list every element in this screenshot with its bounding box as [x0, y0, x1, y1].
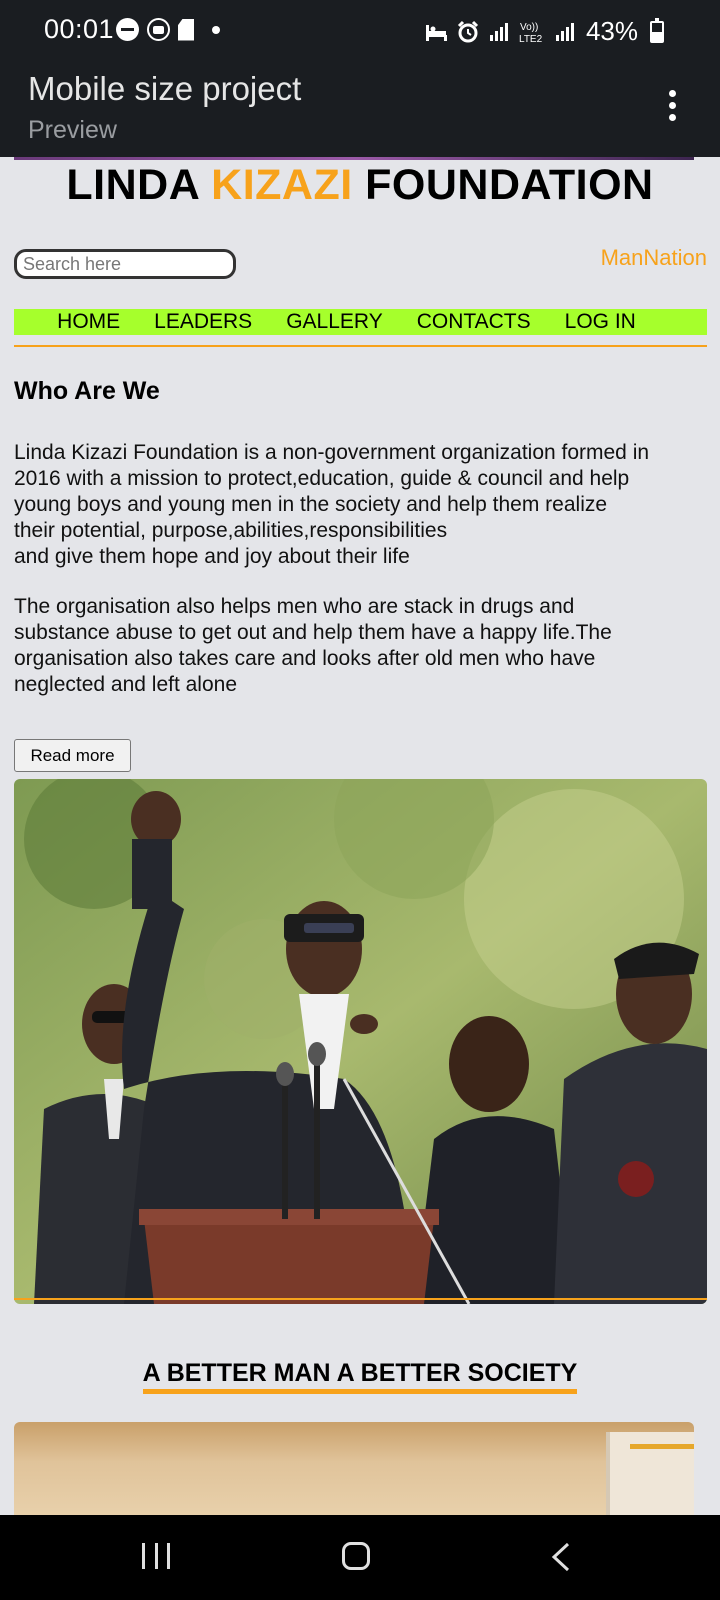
nav-item-login[interactable]: LOG IN [565, 310, 636, 334]
about-p1-line: their potential, purpose,abilities,respo… [14, 519, 448, 542]
svg-text:Vo)): Vo)) [520, 22, 538, 33]
about-p1-line: and give them hope and joy about their l… [14, 545, 410, 568]
hero-photo-speaker [14, 779, 707, 1304]
slogan-heading: A BETTER MAN A BETTER SOCIETY [0, 1357, 720, 1394]
home-icon[interactable] [342, 1542, 370, 1570]
nav-item-leaders[interactable]: LEADERS [154, 310, 252, 334]
about-p1-line: young boys and young men in the society … [14, 493, 608, 516]
brand-link-mannation[interactable]: ManNation [601, 245, 707, 271]
vpn-key-icon [147, 18, 170, 41]
do-not-disturb-icon [116, 18, 139, 41]
read-more-button[interactable]: Read more [14, 739, 131, 772]
header-image-edge [14, 157, 694, 160]
about-p1-line: Linda Kizazi Foundation is a non-governm… [14, 441, 650, 464]
webview-preview[interactable]: LINDA KIZAZI FOUNDATION ManNation HOME L… [0, 157, 720, 1515]
status-notification-icons [116, 18, 220, 41]
back-icon[interactable] [548, 1541, 578, 1573]
status-time: 00:01 [44, 14, 115, 44]
more-vert-icon[interactable] [664, 90, 680, 130]
about-paragraph-2: The organisation also helps men who are … [14, 594, 704, 698]
app-title: Mobile size project [28, 70, 302, 107]
volte-lte2-icon: Vo)) LTE2 [519, 22, 543, 44]
svg-text:LTE2: LTE2 [519, 34, 543, 44]
system-navigation-bar [0, 1515, 720, 1600]
site-title-part1: LINDA [66, 161, 212, 209]
signal-strength-2-icon [555, 22, 574, 41]
app-subtitle: Preview [28, 116, 117, 144]
search-input[interactable] [14, 249, 236, 279]
nav-item-contacts[interactable]: CONTACTS [417, 310, 531, 334]
section-divider [14, 345, 707, 347]
main-nav: HOME LEADERS GALLERY CONTACTS LOG IN [14, 309, 707, 335]
sd-card-icon [178, 18, 194, 41]
photo-door-frame [606, 1432, 694, 1515]
recent-apps-icon[interactable] [142, 1543, 170, 1571]
status-bar: 00:01 Vo)) LTE2 43% [0, 0, 720, 62]
about-p2-line: substance abuse to get out and help them… [14, 621, 612, 644]
bed-sleep-mode-icon [425, 24, 447, 41]
battery-icon [650, 17, 664, 43]
nav-item-gallery[interactable]: GALLERY [286, 310, 383, 334]
alarm-icon [457, 20, 479, 42]
signal-strength-icon [489, 22, 508, 41]
about-heading: Who Are We [14, 377, 160, 405]
status-system-icons: Vo)) LTE2 43% [424, 16, 664, 47]
site-title-part2: FOUNDATION [352, 161, 654, 209]
about-p2-line: neglected and left alone [14, 673, 238, 696]
gallery-photo-preview [14, 1422, 694, 1515]
about-p2-line: organisation also takes care and looks a… [14, 647, 596, 670]
about-p1-line: 2016 with a mission to protect,education… [14, 467, 630, 490]
about-paragraph-1: Linda Kizazi Foundation is a non-governm… [14, 440, 704, 570]
section-divider [14, 1298, 707, 1300]
slogan-text: A BETTER MAN A BETTER SOCIETY [142, 1357, 578, 1394]
site-title-accent: KIZAZI [211, 161, 353, 209]
site-title: LINDA KIZAZI FOUNDATION [0, 161, 720, 210]
app-bar: Mobile size project Preview [0, 62, 720, 157]
battery-percentage: 43% [585, 16, 638, 46]
about-p2-line: The organisation also helps men who are … [14, 595, 575, 618]
nav-item-home[interactable]: HOME [57, 310, 120, 334]
more-notifications-dot-icon [212, 25, 220, 34]
